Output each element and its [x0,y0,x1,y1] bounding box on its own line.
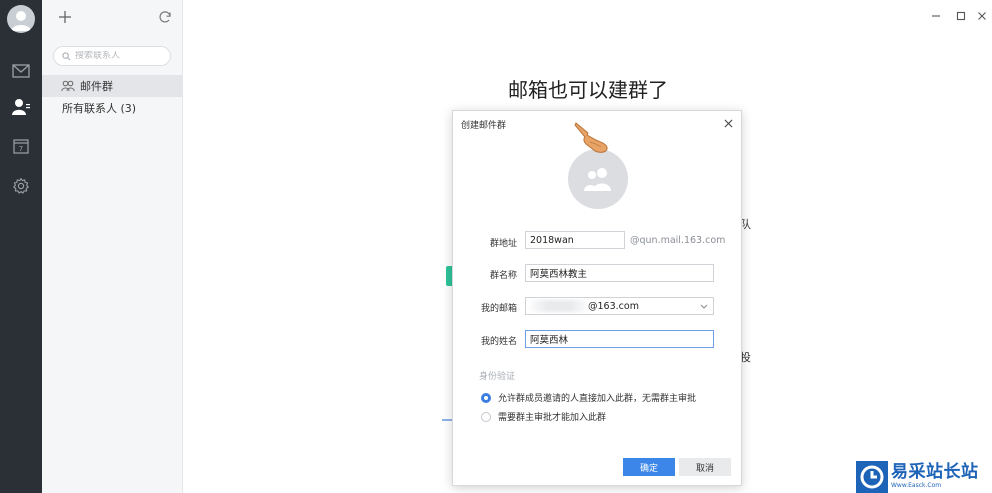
app-window: 7 搜索联系人 邮件群 所有联系人 (3) 邮箱也可以建群了 队 投 创建邮件群… [0,0,992,493]
verify-section-label: 身份验证 [479,372,516,382]
option-require-approval[interactable]: 需要群主审批才能加入此群 [481,410,606,423]
dialog-title: 创建邮件群 [461,121,507,131]
gear-icon [13,177,29,194]
plus-icon [59,11,71,23]
search-icon [62,51,71,60]
logo-mark [856,460,888,493]
refresh-button[interactable] [156,8,174,26]
group-name-input[interactable] [525,264,714,282]
page-title: 邮箱也可以建群了 [0,74,992,103]
page-title-text: 邮箱也可以建群了 [508,78,668,102]
maximize-button[interactable] [953,8,969,24]
user-avatar[interactable] [7,5,35,33]
add-button[interactable] [56,8,74,26]
contact-search[interactable] [53,46,171,66]
option-label: 需要群主审批才能加入此群 [498,413,607,423]
close-icon [724,119,732,127]
redacted-region [530,300,588,312]
my-name-label: 我的姓名 [480,337,517,347]
dialog-close-button[interactable] [722,117,734,129]
address-suffix: @qun.mail.163.com [630,235,726,246]
user-icon [11,11,31,31]
my-email-value: @163.com [588,300,639,312]
radio-unchecked[interactable] [481,411,491,422]
calendar-icon: 7 [13,139,29,154]
refresh-icon [159,11,171,23]
create-mail-group-dialog: 创建邮件群 群地址 @qun.mail.163.com 群名称 我的邮箱 [452,110,742,486]
group-name-label: 群名称 [489,271,517,281]
option-label: 允许群成员邀请的人直接加入此群，无需群主审批 [498,394,697,404]
close-icon [978,12,986,20]
logo-icon [860,465,884,488]
background-decoration [442,419,452,421]
settings-nav-button[interactable] [9,174,33,198]
address-label: 群地址 [489,239,517,249]
option-direct-join[interactable]: 允许群成员邀请的人直接加入此群，无需群主审批 [481,391,696,404]
close-window-button[interactable] [974,8,990,24]
confirm-button[interactable]: 确定 [623,458,675,476]
calendar-nav-button[interactable]: 7 [9,134,33,158]
group-icon [584,168,611,191]
logo-text: 易采站长站 [891,462,979,482]
group-avatar[interactable] [568,149,628,209]
cancel-button[interactable]: 取消 [679,458,731,476]
svg-text:7: 7 [19,145,23,153]
logo-subtext: Www.Easck.Com [891,482,942,489]
site-watermark-logo: 易采站长站 Www.Easck.Com [856,460,992,493]
group-address-input[interactable] [525,231,625,249]
hand-cursor-icon [574,122,608,153]
search-input[interactable] [75,51,163,61]
maximize-icon [956,11,966,21]
my-email-select[interactable]: @163.com [525,297,714,315]
radio-checked[interactable] [481,392,491,403]
my-name-input[interactable] [525,330,714,348]
my-email-label: 我的邮箱 [480,304,517,314]
chevron-down-icon [700,304,708,309]
minimize-button[interactable] [928,8,944,24]
minimize-icon [932,15,940,17]
